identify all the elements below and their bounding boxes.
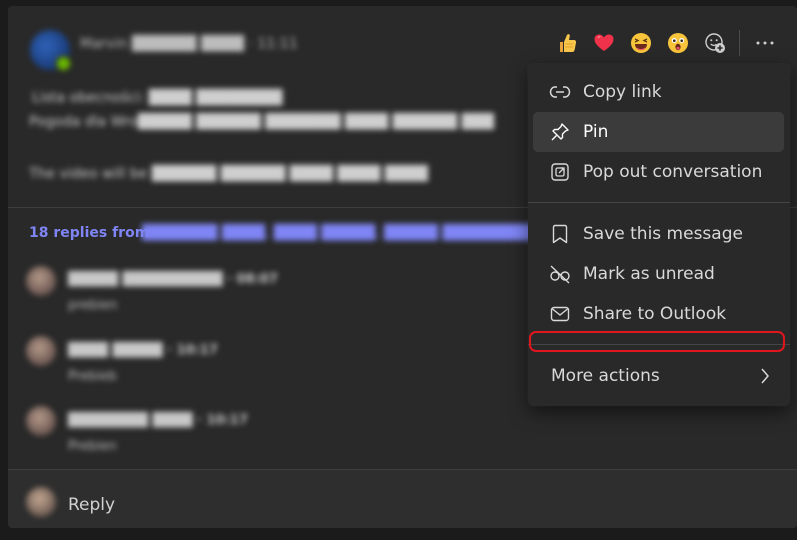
avatar bbox=[26, 487, 56, 517]
reply-text: Prebieb bbox=[68, 369, 117, 384]
highlight-annotation-box bbox=[529, 331, 785, 352]
menu-item-label: Pop out conversation bbox=[583, 162, 763, 182]
surprised-face-icon bbox=[667, 33, 688, 53]
replies-participants-link[interactable]: ███████ ████, ████ █████, █████ ████████… bbox=[142, 225, 572, 241]
reply-text: prebien bbox=[68, 298, 118, 313]
mail-icon bbox=[549, 303, 571, 325]
reaction-laugh-button[interactable] bbox=[622, 27, 659, 59]
menu-item-save-message[interactable]: Save this message bbox=[533, 214, 784, 254]
reply-text: Prebien bbox=[68, 439, 117, 454]
reaction-bar bbox=[548, 27, 780, 59]
thumbs-up-icon bbox=[559, 34, 576, 52]
avatar[interactable] bbox=[26, 336, 56, 366]
reply-author: █████ ██████████ · 08:07 bbox=[68, 272, 278, 287]
heart-icon bbox=[594, 34, 613, 51]
message-body-line: Pogoda dla Wro█████ ██████ ███████ ████ … bbox=[29, 114, 494, 130]
eye-off-icon bbox=[549, 263, 571, 285]
menu-item-label: Pin bbox=[583, 122, 609, 142]
menu-item-label: Save this message bbox=[583, 224, 743, 244]
reply-bar[interactable]: Reply bbox=[8, 469, 797, 528]
avatar[interactable] bbox=[26, 406, 56, 436]
reply-author: ████████ ████ · 10:17 bbox=[68, 413, 248, 428]
add-reaction-button[interactable] bbox=[696, 27, 733, 59]
message-context-menu: Copy link Pin Pop out conversation Save bbox=[528, 64, 790, 406]
avatar[interactable] bbox=[26, 266, 56, 296]
menu-item-share-outlook[interactable]: Share to Outlook bbox=[533, 294, 784, 334]
menu-item-label: More actions bbox=[551, 366, 660, 386]
menu-item-mark-unread[interactable]: Mark as unread bbox=[533, 254, 784, 294]
presence-status-icon bbox=[55, 55, 72, 72]
pin-icon bbox=[549, 121, 571, 143]
reply-button[interactable]: Reply bbox=[68, 495, 115, 515]
menu-item-pin[interactable]: Pin bbox=[533, 112, 784, 152]
reaction-heart-button[interactable] bbox=[585, 27, 622, 59]
reply-author: ████ █████ · 10:17 bbox=[68, 343, 218, 358]
menu-item-pop-out[interactable]: Pop out conversation bbox=[533, 152, 784, 192]
message-body-line: Lista obecności: ████ ████████ bbox=[32, 90, 283, 106]
toolbar-divider bbox=[739, 30, 740, 56]
menu-item-copy-link[interactable]: Copy link bbox=[533, 72, 784, 112]
pop-out-icon bbox=[549, 161, 571, 183]
menu-item-label: Share to Outlook bbox=[583, 304, 727, 324]
add-reaction-icon bbox=[704, 33, 725, 53]
reaction-surprised-button[interactable] bbox=[659, 27, 696, 59]
bookmark-icon bbox=[549, 223, 571, 245]
menu-divider bbox=[528, 202, 790, 203]
replies-count-link[interactable]: 18 replies from bbox=[29, 225, 149, 241]
link-icon bbox=[549, 81, 571, 103]
laughing-face-icon bbox=[630, 33, 651, 53]
reaction-like-button[interactable] bbox=[548, 27, 585, 59]
author-name: Marvin ██████ ████ · 11:11 bbox=[80, 36, 298, 52]
menu-item-more-actions[interactable]: More actions bbox=[533, 356, 784, 396]
chevron-right-icon bbox=[760, 367, 770, 390]
menu-item-label: Mark as unread bbox=[583, 264, 715, 284]
author-avatar[interactable] bbox=[30, 30, 72, 72]
message-body-line: The video will be ██████ ██████ ████ ███… bbox=[29, 166, 428, 182]
ellipsis-icon bbox=[756, 41, 774, 45]
menu-item-label: Copy link bbox=[583, 82, 662, 102]
more-options-button[interactable] bbox=[750, 28, 780, 58]
